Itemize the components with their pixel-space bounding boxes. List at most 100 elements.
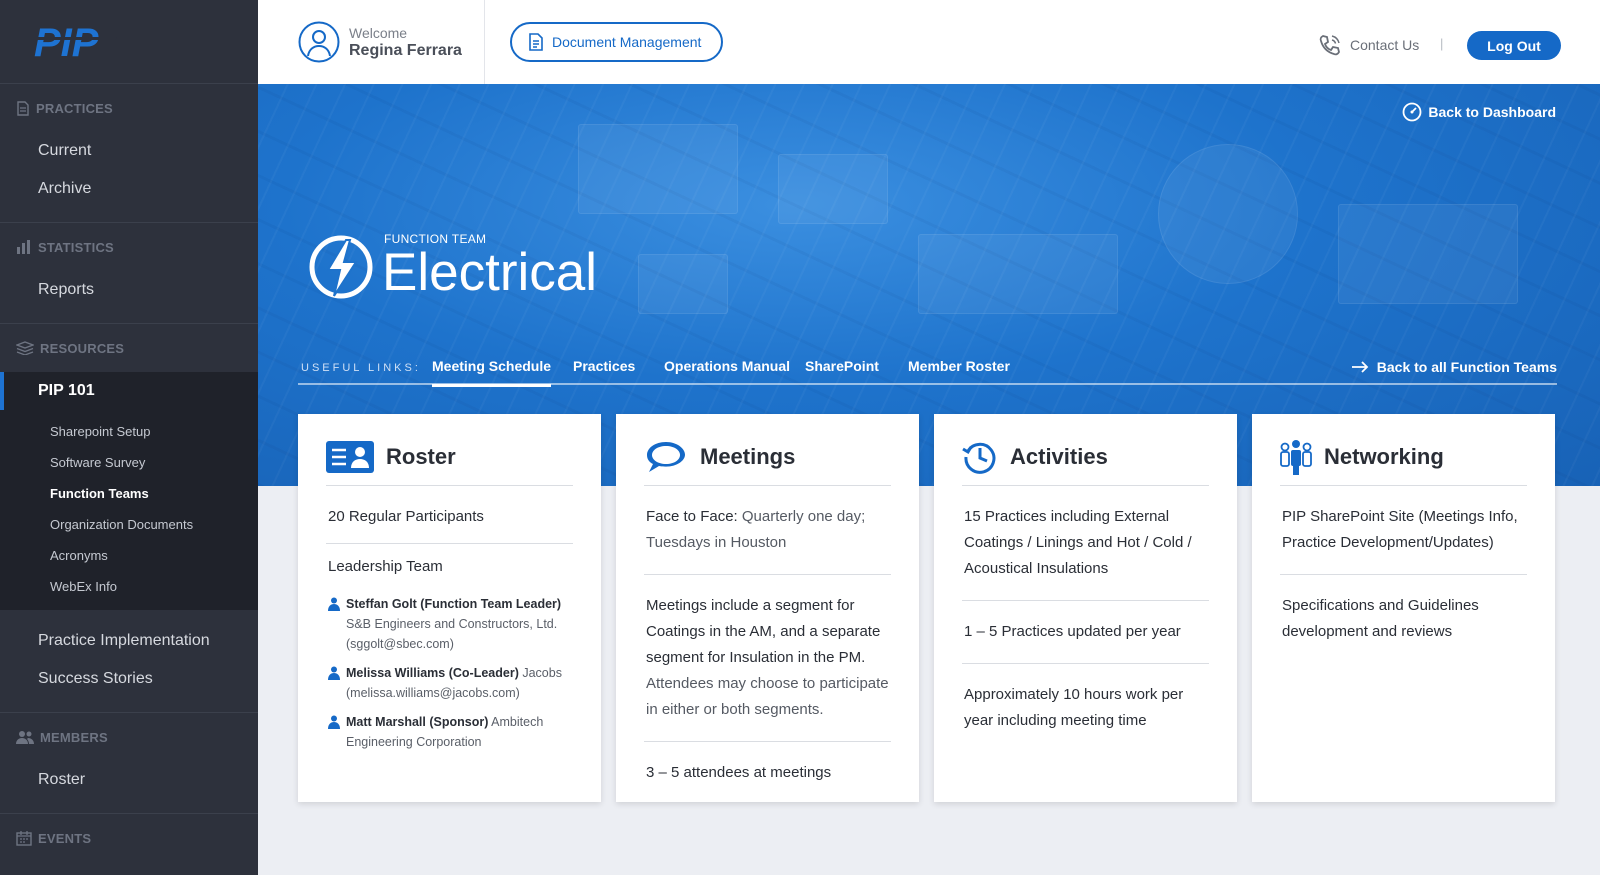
logo-area: PIP [0, 0, 258, 84]
sidebar-submenu: Sharepoint Setup Software Survey Functio… [0, 410, 258, 610]
sidebar-sub-webex-info[interactable]: WebEx Info [0, 571, 258, 602]
user-avatar-icon[interactable] [298, 21, 340, 63]
user-name: Regina Ferrara [349, 42, 462, 59]
sidebar-section-statistics: STATISTICS Reports [0, 223, 258, 324]
networking-item: Specifications and Guidelines developmen… [1282, 597, 1479, 640]
sidebar-section-events: EVENTS [0, 814, 258, 862]
card-title: Meetings [700, 443, 796, 469]
activity-item: Approximately 10 hours work per year inc… [964, 686, 1184, 729]
pip-logo[interactable]: PIP [34, 24, 124, 60]
header-separator: | [1440, 36, 1444, 51]
sidebar-sub-acronyms[interactable]: Acronyms [0, 540, 258, 571]
sidebar-item-success-stories[interactable]: Success Stories [0, 660, 258, 698]
circuit-decoration [778, 154, 888, 224]
arrow-right-icon [1351, 361, 1369, 373]
networking-card: Networking PIP SharePoint Site (Meetings… [1252, 414, 1555, 802]
dashboard-gauge-icon [1403, 102, 1422, 122]
sidebar-item-practice-implementation[interactable]: Practice Implementation [0, 622, 258, 660]
member-item: Steffan Golt (Function Team Leader) S&B E… [328, 594, 571, 654]
calendar-icon [16, 830, 32, 846]
member-name: Steffan Golt (Function Team Leader) [346, 597, 562, 611]
sidebar-sub-function-teams[interactable]: Function Teams [0, 478, 258, 509]
roster-card: Roster 20 Regular Participants Leadershi… [298, 414, 601, 802]
member-item: Melissa Williams (Co-Leader) Jacobs (mel… [328, 663, 571, 703]
phone-icon [1319, 35, 1340, 56]
sidebar-section-resources: RESOURCES PIP 101 Sharepoint Setup Softw… [0, 324, 258, 713]
sidebar-sub-organization-documents[interactable]: Organization Documents [0, 509, 258, 540]
member-name: Melissa Williams (Co-Leader) [346, 666, 519, 680]
member-name: Matt Marshall (Sponsor) [346, 715, 489, 729]
sidebar-heading-practices: PRACTICES [0, 84, 258, 132]
person-icon [328, 666, 340, 680]
users-icon [16, 731, 34, 744]
sidebar-item-current[interactable]: Current [0, 132, 258, 170]
top-header: Welcome Regina Ferrara Document Manageme… [258, 0, 1600, 84]
back-to-function-teams-link[interactable]: Back to all Function Teams [1351, 359, 1557, 375]
card-title: Activities [1010, 443, 1108, 469]
clock-history-icon [962, 442, 996, 474]
activities-card: Activities 15 Practices including Extern… [934, 414, 1237, 802]
sidebar-sub-sharepoint-setup[interactable]: Sharepoint Setup [0, 416, 258, 447]
card-title: Networking [1324, 443, 1444, 469]
useful-links-label: USEFUL LINKS: [301, 362, 421, 374]
sidebar-heading-events: EVENTS [0, 814, 258, 862]
leadership-block: Leadership Team Steffan Golt (Function T… [326, 544, 573, 779]
sidebar-item-pip-101[interactable]: PIP 101 [0, 372, 258, 410]
leadership-title: Leadership Team [328, 558, 443, 575]
useful-links-bar: USEFUL LINKS: Meeting Schedule Practices… [298, 350, 1557, 387]
card-title: Roster [386, 443, 456, 469]
person-icon [328, 597, 340, 611]
sidebar-heading-statistics: STATISTICS [0, 223, 258, 271]
segment-note: Attendees may choose to participate in e… [646, 675, 889, 718]
link-practices[interactable]: Practices [573, 358, 635, 384]
welcome-label: Welcome [349, 25, 408, 41]
link-member-roster[interactable]: Member Roster [908, 358, 1010, 384]
people-group-icon [1280, 439, 1312, 475]
circuit-decoration [1158, 144, 1298, 284]
link-operations-manual[interactable]: Operations Manual [664, 358, 790, 384]
sidebar-section-members: MEMBERS Roster [0, 713, 258, 814]
face-to-face-block: Face to Face: Quarterly one day; Tuesday… [644, 486, 891, 575]
document-management-button[interactable]: Document Management [510, 22, 724, 62]
segments-block: Meetings include a segment for Coatings … [644, 575, 891, 742]
circuit-decoration [638, 254, 728, 314]
bar-chart-icon [17, 240, 30, 254]
networking-item: PIP SharePoint Site (Meetings Info, Prac… [1280, 486, 1527, 575]
contact-us-link[interactable]: Contact Us [1318, 33, 1419, 57]
person-icon [328, 715, 340, 729]
activity-item: 1 – 5 Practices updated per year [962, 601, 1209, 664]
link-sharepoint[interactable]: SharePoint [805, 358, 879, 384]
card-header: Networking [1280, 414, 1527, 486]
attendees-block: 3 – 5 attendees at meetings [646, 764, 832, 781]
lightning-bolt-icon [309, 235, 373, 299]
sidebar: PIP PRACTICES Current Archive STATISTICS… [0, 0, 258, 875]
card-header: Roster [326, 414, 573, 486]
sidebar-item-roster[interactable]: Roster [0, 761, 258, 799]
sidebar-item-reports[interactable]: Reports [0, 271, 258, 309]
roster-id-card-icon [326, 440, 374, 473]
svg-text:PIP: PIP [34, 24, 99, 60]
card-header: Activities [962, 414, 1209, 486]
function-team-heading: FUNCTION TEAM Electrical [308, 232, 597, 302]
document-icon [529, 33, 543, 51]
sidebar-sub-software-survey[interactable]: Software Survey [0, 447, 258, 478]
back-to-dashboard-link[interactable]: Back to Dashboard [1402, 102, 1556, 122]
circuit-decoration [578, 124, 738, 214]
sidebar-section-practices: PRACTICES Current Archive [0, 84, 258, 223]
logout-button[interactable]: Log Out [1467, 31, 1561, 60]
welcome-block: Welcome Regina Ferrara [258, 0, 485, 84]
member-detail: S&B Engineers and Constructors, Ltd. (sg… [346, 617, 558, 651]
link-meeting-schedule[interactable]: Meeting Schedule [432, 358, 552, 387]
circuit-decoration [918, 234, 1118, 314]
segment-info: Meetings include a segment for Coatings … [646, 597, 881, 666]
document-icon [17, 100, 29, 116]
activity-item: 15 Practices including External Coatings… [962, 486, 1209, 601]
sidebar-heading-members: MEMBERS [0, 713, 258, 761]
f2f-label: Face to Face: [646, 508, 738, 525]
meetings-card: Meetings Face to Face: Quarterly one day… [616, 414, 919, 802]
layers-icon [16, 341, 34, 355]
sidebar-item-archive[interactable]: Archive [0, 170, 258, 208]
member-item: Matt Marshall (Sponsor) Ambitech Enginee… [328, 712, 571, 752]
sidebar-heading-resources: RESOURCES [0, 324, 258, 372]
team-name: Electrical [382, 243, 598, 302]
